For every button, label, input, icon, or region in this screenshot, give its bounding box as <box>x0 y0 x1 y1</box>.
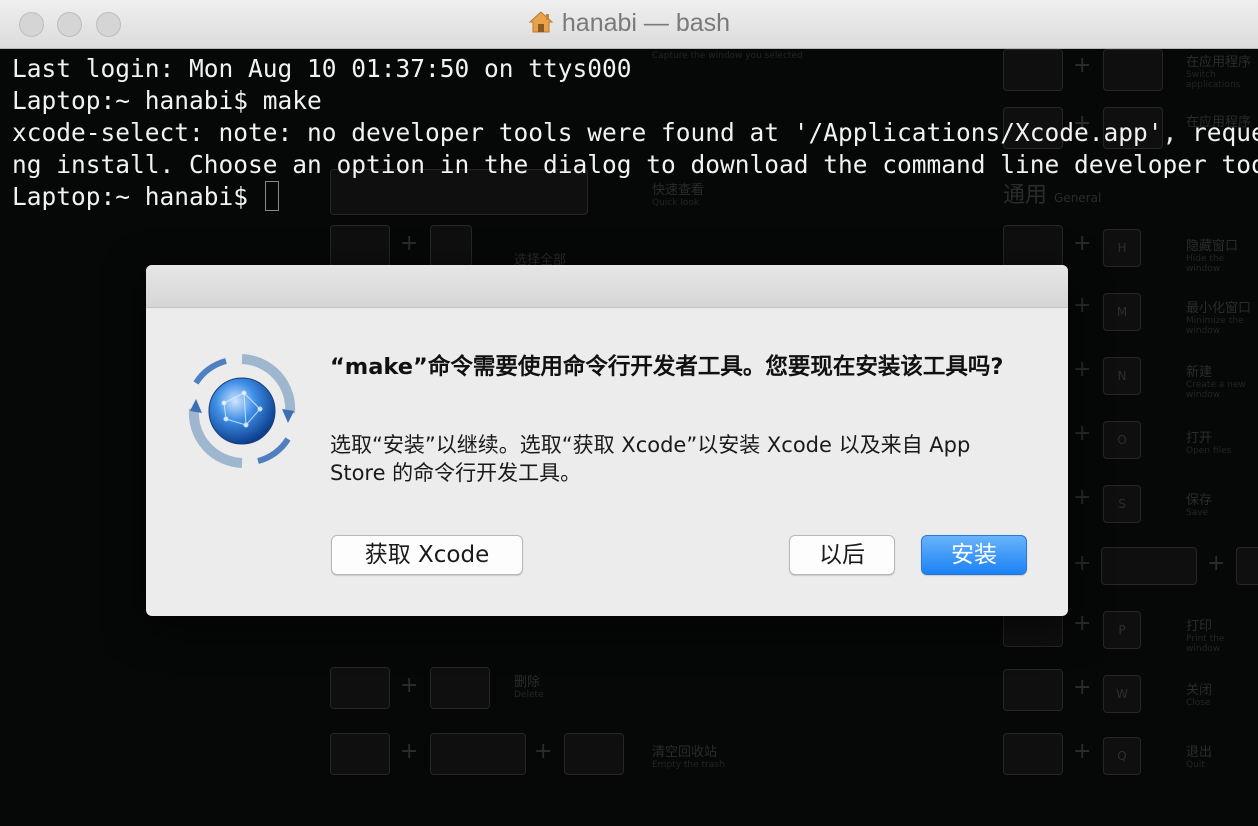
background-key-n: N <box>1103 357 1141 395</box>
background-label: 新建 Create a new window <box>1186 365 1246 400</box>
get-xcode-button[interactable]: 获取 Xcode <box>331 535 523 575</box>
terminal-line: Last login: Mon Aug 10 01:37:50 on ttys0… <box>12 54 632 83</box>
background-label: 清空回收站 Empty the trash <box>652 745 725 770</box>
terminal-prompt: Laptop:~ hanabi$ <box>12 182 263 211</box>
background-key <box>330 225 390 267</box>
background-plus: + <box>1073 551 1092 576</box>
window-title: hanabi — bash <box>561 9 731 37</box>
background-label: 最小化窗口 Minimize the window <box>1186 301 1252 336</box>
background-key-p: P <box>1103 611 1141 649</box>
background-key <box>330 733 390 775</box>
install-tools-dialog: “make”命令需要使用命令行开发者工具。您要现在安装该工具吗? 选取“安装”以… <box>146 265 1068 616</box>
dialog-heading: “make”命令需要使用命令行开发者工具。您要现在安装该工具吗? <box>330 354 1004 380</box>
title-bar[interactable]: hanabi — bash <box>0 0 1258 49</box>
dialog-message: 选取“安装”以继续。选取“获取 Xcode”以安装 Xcode 以及来自 App… <box>330 433 971 485</box>
background-key-m: M <box>1103 293 1141 331</box>
background-plus: + <box>1073 231 1092 256</box>
background-key-o: O <box>1103 421 1141 459</box>
background-key-s: S <box>1103 485 1141 523</box>
background-key <box>430 225 472 267</box>
window-title-area: hanabi — bash <box>0 9 1258 41</box>
background-key <box>330 667 390 709</box>
background-label: 关闭 Close <box>1186 683 1213 708</box>
background-plus: + <box>534 739 553 764</box>
background-key <box>1003 225 1063 267</box>
dialog-header <box>146 265 1068 308</box>
background-plus: + <box>1073 739 1092 764</box>
background-label: 打开 Open files <box>1186 431 1232 456</box>
terminal-line: ng install. Choose an option in the dial… <box>12 150 1258 179</box>
background-label: 隐藏窗口 Hide the window <box>1186 239 1239 274</box>
background-label: 打印 Print the window <box>1186 619 1225 654</box>
later-button[interactable]: 以后 <box>789 535 895 575</box>
software-update-globe-icon <box>186 353 298 469</box>
home-folder-icon <box>528 10 554 41</box>
background-key <box>1003 669 1063 711</box>
background-plus: + <box>1073 293 1092 318</box>
background-key <box>430 667 490 709</box>
background-plus: + <box>1073 485 1092 510</box>
terminal-prompt-line: Laptop:~ hanabi$ <box>12 181 1258 213</box>
background-plus: + <box>400 231 419 256</box>
background-key <box>430 733 526 775</box>
background-plus: + <box>1207 551 1226 576</box>
background-plus: + <box>1073 357 1092 382</box>
terminal-window: hanabi — bash Capture the window you sel… <box>0 0 1258 826</box>
background-label: 退出 Quit <box>1186 745 1213 770</box>
background-plus: + <box>1073 421 1092 446</box>
background-label: 保存 Save <box>1186 493 1213 518</box>
background-key <box>1236 547 1258 585</box>
terminal-line: Laptop:~ hanabi$ make <box>12 86 322 115</box>
background-key <box>1003 733 1063 775</box>
background-plus: + <box>1073 675 1092 700</box>
terminal-output: Last login: Mon Aug 10 01:37:50 on ttys0… <box>12 53 1258 213</box>
background-key-q: Q <box>1103 737 1141 775</box>
background-plus: + <box>1073 611 1092 636</box>
background-key-w: W <box>1103 675 1141 713</box>
background-plus: + <box>400 673 419 698</box>
terminal-line: xcode-select: note: no developer tools w… <box>12 118 1258 147</box>
install-button[interactable]: 安装 <box>921 535 1027 575</box>
text-cursor <box>264 181 279 211</box>
background-key <box>564 733 624 775</box>
background-plus: + <box>400 739 419 764</box>
background-label: 删除 Delete <box>514 675 544 700</box>
background-key-h: H <box>1103 229 1141 267</box>
background-key <box>1101 547 1197 585</box>
